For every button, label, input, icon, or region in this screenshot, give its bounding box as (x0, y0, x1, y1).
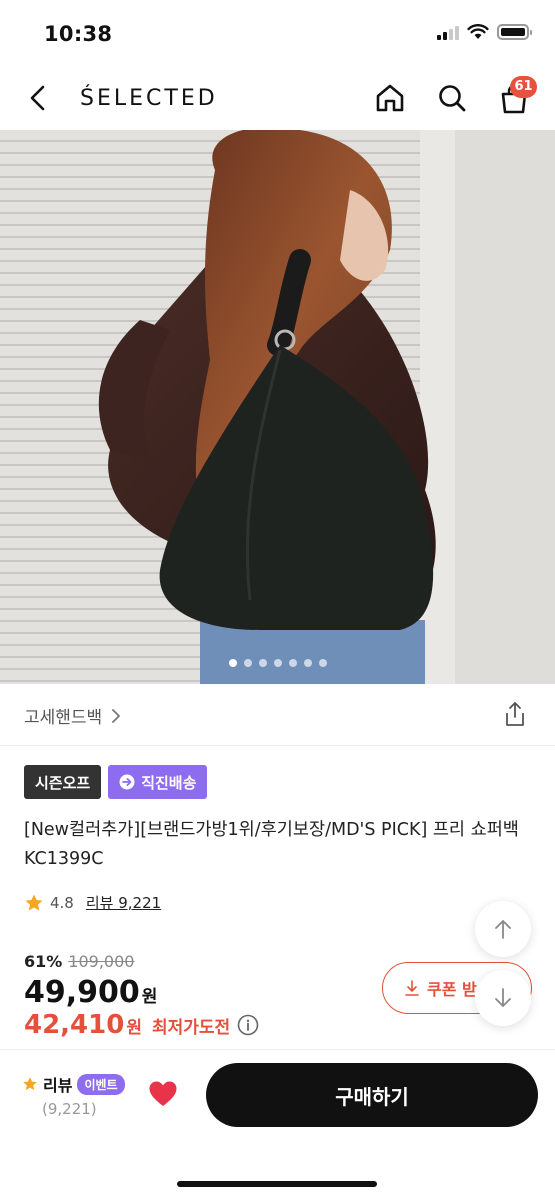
download-icon (405, 980, 419, 996)
chevron-right-icon (112, 708, 121, 723)
product-photo (0, 130, 555, 684)
carousel-dot[interactable] (228, 659, 237, 667)
status-time: 10:38 (44, 22, 113, 46)
home-indicator (177, 1181, 377, 1187)
buy-button[interactable]: 구매하기 (206, 1063, 538, 1127)
direct-shipping-label: 직진배송 (141, 773, 197, 792)
battery-icon (497, 24, 532, 40)
category-row: 고세핸드백 (0, 684, 555, 746)
rating-row: 4.8 리뷰 9,221 (24, 892, 161, 913)
product-title: [New컬러추가][브랜드가방1위/후기보장/MD'S PICK] 프리 쇼퍼백… (24, 820, 519, 869)
search-icon[interactable] (436, 82, 468, 114)
sale-price-row: 49,900 원 (24, 975, 157, 1010)
carousel-dot[interactable] (318, 659, 327, 667)
carousel-dot[interactable] (303, 659, 312, 667)
carousel-dot[interactable] (243, 659, 252, 667)
rating-value: 4.8 (50, 893, 74, 912)
review-label: 리뷰 (43, 1076, 73, 1095)
sale-price-currency: 원 (141, 987, 158, 1007)
category-link[interactable]: 고세핸드백 (24, 703, 122, 728)
product-badges: 시즌오프 직진배송 (24, 765, 208, 799)
info-icon[interactable] (237, 1014, 259, 1036)
status-icons (437, 24, 532, 40)
wifi-icon (467, 24, 489, 39)
coupon-button-label: 쿠폰 받 (427, 980, 477, 999)
carousel-dot[interactable] (258, 659, 267, 667)
carousel-dot[interactable] (273, 659, 282, 667)
lowest-price-label: 최저가도전 (151, 1018, 231, 1038)
carousel-dot[interactable] (288, 659, 297, 667)
arrow-up-icon (495, 920, 511, 939)
review-link[interactable]: 리뷰 9,221 (86, 892, 161, 913)
share-icon[interactable] (501, 700, 529, 728)
scroll-bottom-button[interactable] (475, 970, 531, 1026)
product-image-carousel[interactable] (0, 130, 555, 684)
back-icon[interactable] (22, 82, 54, 114)
coupon-price-currency: 원 (126, 1018, 142, 1038)
carousel-pagination (0, 659, 555, 667)
coupon-price: 42,410 (24, 1010, 125, 1040)
event-badge: 이벤트 (77, 1073, 125, 1095)
coupon-price-row: 42,410 원 최저가도전 (24, 1010, 259, 1040)
direct-shipping-icon (119, 774, 135, 790)
review-count: (9,221) (42, 1100, 97, 1118)
discount-rate: 61% (24, 952, 63, 971)
season-off-badge: 시즌오프 (24, 765, 102, 799)
cart-count-badge: 61 (510, 76, 537, 98)
sale-price: 49,900 (24, 975, 140, 1010)
brand-logo[interactable]: ŚELECTED (80, 86, 218, 111)
star-icon (23, 1077, 37, 1090)
arrow-down-icon (495, 988, 511, 1007)
bottom-action-bar: 리뷰 이벤트 (9,221) 구매하기 (0, 1049, 555, 1200)
top-navigation: ŚELECTED (0, 66, 555, 130)
home-icon[interactable] (374, 82, 406, 114)
star-icon (25, 894, 43, 910)
direct-shipping-badge: 직진배송 (108, 765, 208, 799)
discount-row: 61% 109,000 (24, 952, 134, 971)
status-bar: 10:38 (0, 0, 555, 66)
scroll-top-button[interactable] (475, 901, 531, 957)
category-label: 고세핸드백 (24, 708, 103, 728)
original-price: 109,000 (68, 952, 135, 971)
cellular-signal-icon (437, 24, 459, 40)
heart-icon[interactable] (148, 1080, 178, 1108)
review-event-button[interactable]: 리뷰 이벤트 (22, 1072, 125, 1096)
